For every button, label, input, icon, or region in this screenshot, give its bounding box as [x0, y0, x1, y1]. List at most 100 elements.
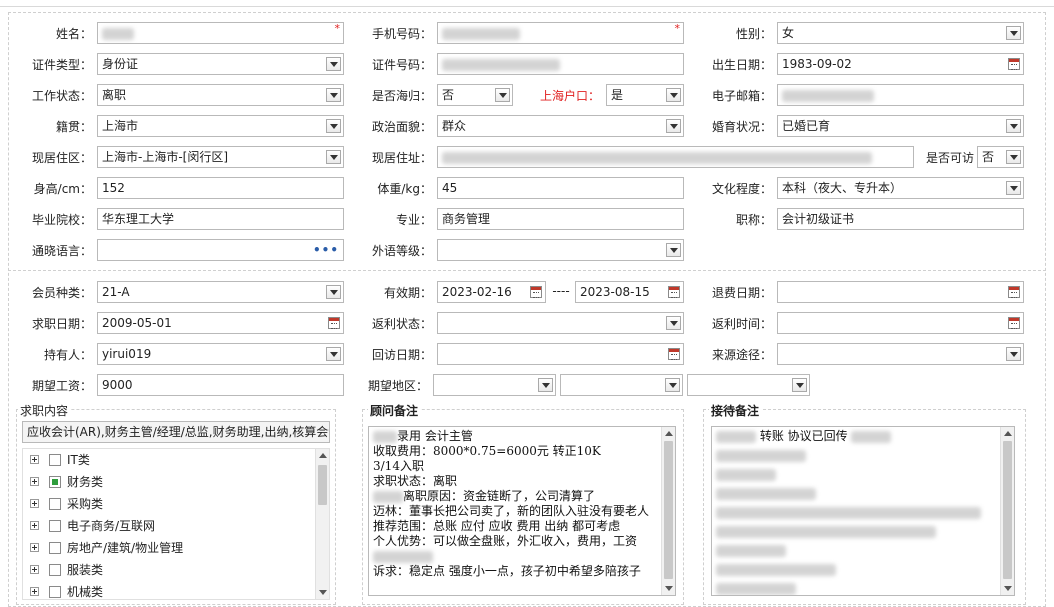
refund-date-field[interactable]	[777, 281, 1024, 303]
chevron-down-icon[interactable]	[1006, 26, 1021, 40]
chevron-down-icon[interactable]	[1006, 347, 1021, 361]
tree-checkbox[interactable]	[49, 564, 61, 576]
scroll-up-icon[interactable]	[319, 453, 327, 458]
scroll-down-icon[interactable]	[665, 586, 673, 591]
region-province-select[interactable]	[433, 374, 556, 396]
education-select[interactable]: 本科（夜大、专升本）	[777, 177, 1024, 199]
chevron-down-icon[interactable]	[1006, 181, 1021, 195]
job-date-field[interactable]: 2009-05-01	[97, 312, 344, 334]
note-line: 3/14入职	[373, 459, 657, 474]
tree-checkbox[interactable]	[49, 454, 61, 466]
chevron-down-icon[interactable]	[665, 378, 680, 392]
language-picker[interactable]: •••	[97, 239, 344, 261]
chevron-down-icon[interactable]	[326, 57, 341, 71]
chevron-down-icon[interactable]	[666, 119, 681, 133]
salary-field[interactable]: 9000	[97, 374, 344, 396]
expand-icon[interactable]	[30, 543, 39, 552]
visit-date-field[interactable]	[437, 343, 684, 365]
political-select[interactable]: 群众	[437, 115, 684, 137]
scroll-down-icon[interactable]	[1004, 586, 1012, 591]
tree-scrollbar[interactable]	[315, 449, 329, 599]
chevron-down-icon[interactable]	[1006, 150, 1021, 164]
tree-checkbox[interactable]	[49, 520, 61, 532]
hukou-select[interactable]: 是	[606, 84, 684, 106]
scroll-thumb[interactable]	[1003, 441, 1012, 579]
chevron-down-icon[interactable]	[326, 285, 341, 299]
gender-select[interactable]: 女	[777, 22, 1024, 44]
major-field[interactable]: 商务管理	[437, 208, 684, 230]
calendar-icon[interactable]	[668, 348, 680, 360]
valid-to-field[interactable]: 2023-08-15	[575, 281, 684, 303]
birth-date-field[interactable]: 1983-09-02	[777, 53, 1024, 75]
idno-field[interactable]	[437, 53, 684, 75]
chevron-down-icon[interactable]	[666, 316, 681, 330]
scroll-down-icon[interactable]	[319, 590, 327, 595]
idtype-select[interactable]: 身份证	[97, 53, 344, 75]
scroll-thumb[interactable]	[664, 441, 673, 579]
member-type-select[interactable]: 21-A	[97, 281, 344, 303]
job-content-title: 求职内容	[18, 402, 71, 419]
more-options-icon[interactable]: •••	[313, 240, 339, 260]
residence-select[interactable]: 上海市-上海市-[闵行区]	[97, 146, 344, 168]
calendar-icon[interactable]	[1008, 58, 1020, 70]
tree-checkbox[interactable]	[49, 476, 61, 488]
tree-checkbox[interactable]	[49, 498, 61, 510]
tree-item-label: 机械类	[67, 585, 104, 599]
job-content-selected[interactable]: 应收会计(AR),财务主管/经理/总监,财务助理,出纳,核算会计	[22, 421, 330, 443]
region-city-select[interactable]	[560, 374, 683, 396]
marital-label: 婚育状况：	[711, 120, 772, 134]
phone-field[interactable]: *	[437, 22, 684, 44]
visitable-select[interactable]: 否	[977, 146, 1024, 168]
tree-checkbox[interactable]	[49, 586, 61, 598]
region-district-select[interactable]	[687, 374, 810, 396]
advisor-notes-scrollbar[interactable]	[661, 427, 675, 595]
email-field[interactable]	[777, 84, 1024, 106]
scroll-up-icon[interactable]	[1004, 431, 1012, 436]
chevron-down-icon[interactable]	[326, 150, 341, 164]
scroll-up-icon[interactable]	[665, 431, 673, 436]
expand-icon[interactable]	[30, 565, 39, 574]
weight-field[interactable]: 45	[437, 177, 684, 199]
workstatus-select[interactable]: 离职	[97, 84, 344, 106]
address-field[interactable]	[437, 146, 914, 168]
expand-icon[interactable]	[30, 521, 39, 530]
rebate-time-field[interactable]	[777, 312, 1024, 334]
chevron-down-icon[interactable]	[495, 88, 510, 102]
overseas-select[interactable]: 否	[437, 84, 513, 106]
name-field[interactable]: *	[97, 22, 344, 44]
valid-from-field[interactable]: 2023-02-16	[437, 281, 546, 303]
chevron-down-icon[interactable]	[538, 378, 553, 392]
holder-select[interactable]: yirui019	[97, 343, 344, 365]
rebate-status-select[interactable]	[437, 312, 684, 334]
source-select[interactable]	[777, 343, 1024, 365]
chevron-down-icon[interactable]	[326, 347, 341, 361]
chevron-down-icon[interactable]	[792, 378, 807, 392]
expand-icon[interactable]	[30, 499, 39, 508]
chevron-down-icon[interactable]	[326, 119, 341, 133]
marital-select[interactable]: 已婚已育	[777, 115, 1024, 137]
school-field[interactable]: 华东理工大学	[97, 208, 344, 230]
chevron-down-icon[interactable]	[666, 243, 681, 257]
calendar-icon[interactable]	[530, 286, 542, 298]
reception-notes-textarea[interactable]: 转账 协议已回传	[711, 426, 1015, 596]
calendar-icon[interactable]	[1008, 286, 1020, 298]
note-line: 推荐范围：总账 应付 应收 费用 出纳 都可考虑	[373, 519, 657, 534]
expand-icon[interactable]	[30, 477, 39, 486]
chevron-down-icon[interactable]	[326, 88, 341, 102]
advisor-notes-textarea[interactable]: 录用 会计主管 收取费用：8000*0.75=6000元 转正10K 3/14入职求…	[368, 426, 676, 596]
title-field[interactable]: 会计初级证书	[777, 208, 1024, 230]
foreign-select[interactable]	[437, 239, 684, 261]
chevron-down-icon[interactable]	[1006, 119, 1021, 133]
refund-date-label: 退费日期：	[711, 286, 772, 300]
tree-checkbox[interactable]	[49, 542, 61, 554]
native-select[interactable]: 上海市	[97, 115, 344, 137]
scroll-thumb[interactable]	[318, 465, 327, 505]
reception-notes-scrollbar[interactable]	[1000, 427, 1014, 595]
calendar-icon[interactable]	[1008, 317, 1020, 329]
calendar-icon[interactable]	[328, 317, 340, 329]
chevron-down-icon[interactable]	[666, 88, 681, 102]
calendar-icon[interactable]	[668, 286, 680, 298]
expand-icon[interactable]	[30, 455, 39, 464]
height-field[interactable]: 152	[97, 177, 344, 199]
expand-icon[interactable]	[30, 587, 39, 596]
